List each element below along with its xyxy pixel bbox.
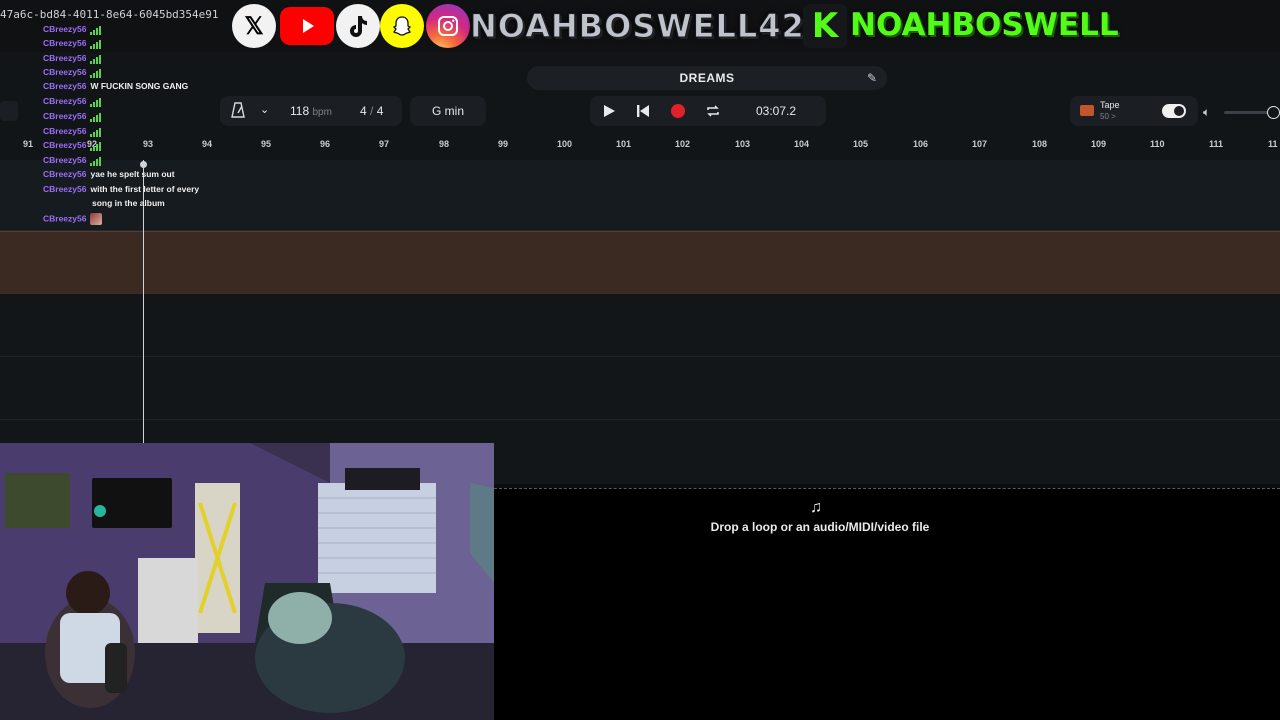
chat-message: CBreezy56 xyxy=(43,67,102,78)
time-display: 03:07.2 xyxy=(756,104,797,118)
play-icon[interactable] xyxy=(602,104,616,123)
youtube-icon xyxy=(280,7,334,45)
pencil-icon[interactable]: ✎ xyxy=(867,71,877,85)
session-id-text: 47a6c-bd84-4011-8e64-6045bd354e91 xyxy=(0,8,219,21)
stream-overlay-bar: 47a6c-bd84-4011-8e64-6045bd354e91 𝕏 NOAH… xyxy=(0,0,1280,52)
chat-message: CBreezy56 xyxy=(43,96,102,107)
sidebar-toggle-button[interactable] xyxy=(0,101,18,121)
ruler-tick: 108 xyxy=(1032,139,1048,149)
ruler-tick: 97 xyxy=(379,139,390,149)
ruler-tick: 94 xyxy=(202,139,213,149)
empty-area xyxy=(494,544,1280,720)
chat-message: CBreezy56 xyxy=(43,140,102,151)
track-lane[interactable] xyxy=(0,294,1280,357)
add-music-icon: ♫ xyxy=(810,499,822,516)
track-lane-selected[interactable] xyxy=(0,231,1280,295)
ruler-tick: 98 xyxy=(439,139,450,149)
tempo-field[interactable]: 118 bpm xyxy=(290,104,332,118)
ruler-tick: 111 xyxy=(1209,139,1224,149)
ruler-tick: 106 xyxy=(913,139,929,149)
tempo-value: 118 xyxy=(290,104,310,118)
timeline-ruler[interactable]: 91 92 93 94 95 96 97 98 99 100 101 102 1… xyxy=(0,137,1280,153)
transport-controls: 03:07.2 xyxy=(590,96,826,126)
metronome-icon[interactable] xyxy=(231,102,245,121)
rewind-to-start-icon[interactable] xyxy=(636,104,650,123)
ruler-tick: 102 xyxy=(675,139,691,149)
chat-message: CBreezy56 xyxy=(43,38,102,49)
x-icon: 𝕏 xyxy=(232,4,276,48)
kick-icon: K xyxy=(803,4,847,48)
instagram-icon xyxy=(426,4,470,48)
file-drop-zone[interactable]: ♫ Drop a loop or an audio/MIDI/video fil… xyxy=(494,488,1280,546)
streamer-handle: NOAHBOSWELL420 xyxy=(469,7,829,46)
chat-message: CBreezy56 yae he spelt sum out xyxy=(43,169,175,179)
tape-toggle[interactable] xyxy=(1162,104,1186,118)
ruler-tick: 95 xyxy=(261,139,272,149)
track-lane[interactable] xyxy=(0,160,1280,231)
chat-message: CBreezy56 xyxy=(43,111,102,122)
chat-message: CBreezy56 xyxy=(43,126,102,137)
time-signature[interactable]: 4 / 4 xyxy=(360,104,383,118)
tempo-unit: bpm xyxy=(312,107,332,118)
chat-message: CBreezy56 xyxy=(43,155,102,166)
ruler-tick: 103 xyxy=(735,139,751,149)
time-sig-numerator: 4 xyxy=(360,104,367,118)
ruler-tick: 107 xyxy=(972,139,988,149)
volume-icon[interactable]: 🔈︎ xyxy=(1203,105,1210,120)
webcam-feed xyxy=(0,443,494,720)
tempo-controls: ⌄ 118 bpm 4 / 4 xyxy=(220,96,402,126)
chat-message: CBreezy56 with the first letter of every xyxy=(43,184,200,194)
ruler-tick: 96 xyxy=(320,139,331,149)
tape-effect: Tape 50 > xyxy=(1070,96,1198,126)
chat-message-continued: song in the album xyxy=(92,198,165,208)
project-title-bar[interactable]: DREAMS ✎ xyxy=(527,66,887,90)
loop-icon[interactable] xyxy=(705,103,721,124)
record-button[interactable] xyxy=(671,104,685,118)
ruler-tick: 109 xyxy=(1091,139,1107,149)
ruler-tick: 99 xyxy=(498,139,509,149)
key-value: G min xyxy=(431,104,464,118)
time-sig-separator: / xyxy=(370,104,374,118)
chat-message: CBreezy56 W FUCKIN SONG GANG xyxy=(43,81,189,91)
ruler-tick: 105 xyxy=(853,139,869,149)
kick-handle: NOAHBOSWELL xyxy=(850,7,1119,43)
snapchat-icon xyxy=(380,4,424,48)
chat-message: CBreezy56 xyxy=(43,53,102,64)
tiktok-icon xyxy=(336,4,380,48)
volume-slider-thumb[interactable] xyxy=(1267,106,1280,119)
chat-message: CBreezy56 xyxy=(43,24,102,35)
ruler-tick: 91 xyxy=(23,139,34,149)
playhead-handle[interactable] xyxy=(140,161,147,168)
key-selector[interactable]: G min xyxy=(410,96,486,126)
track-lane[interactable] xyxy=(0,357,1280,420)
ruler-tick: 100 xyxy=(557,139,573,149)
ruler-tick: 101 xyxy=(616,139,632,149)
chevron-down-icon[interactable]: ⌄ xyxy=(260,103,269,116)
chat-message: CBreezy56 xyxy=(43,213,103,225)
time-sig-denominator: 4 xyxy=(376,104,384,118)
ruler-tick: 104 xyxy=(794,139,810,149)
tape-icon xyxy=(1080,105,1094,116)
volume-slider[interactable] xyxy=(1224,106,1280,119)
ruler-tick: 11 xyxy=(1268,139,1278,149)
ruler-tick: 93 xyxy=(143,139,154,149)
ruler-tick: 110 xyxy=(1150,139,1165,149)
emote-icon xyxy=(90,213,103,225)
tape-amount[interactable]: 50 > xyxy=(1100,112,1116,121)
project-title[interactable]: DREAMS xyxy=(527,71,887,85)
drop-zone-text: Drop a loop or an audio/MIDI/video file xyxy=(710,520,930,534)
tape-label: Tape xyxy=(1100,100,1120,110)
